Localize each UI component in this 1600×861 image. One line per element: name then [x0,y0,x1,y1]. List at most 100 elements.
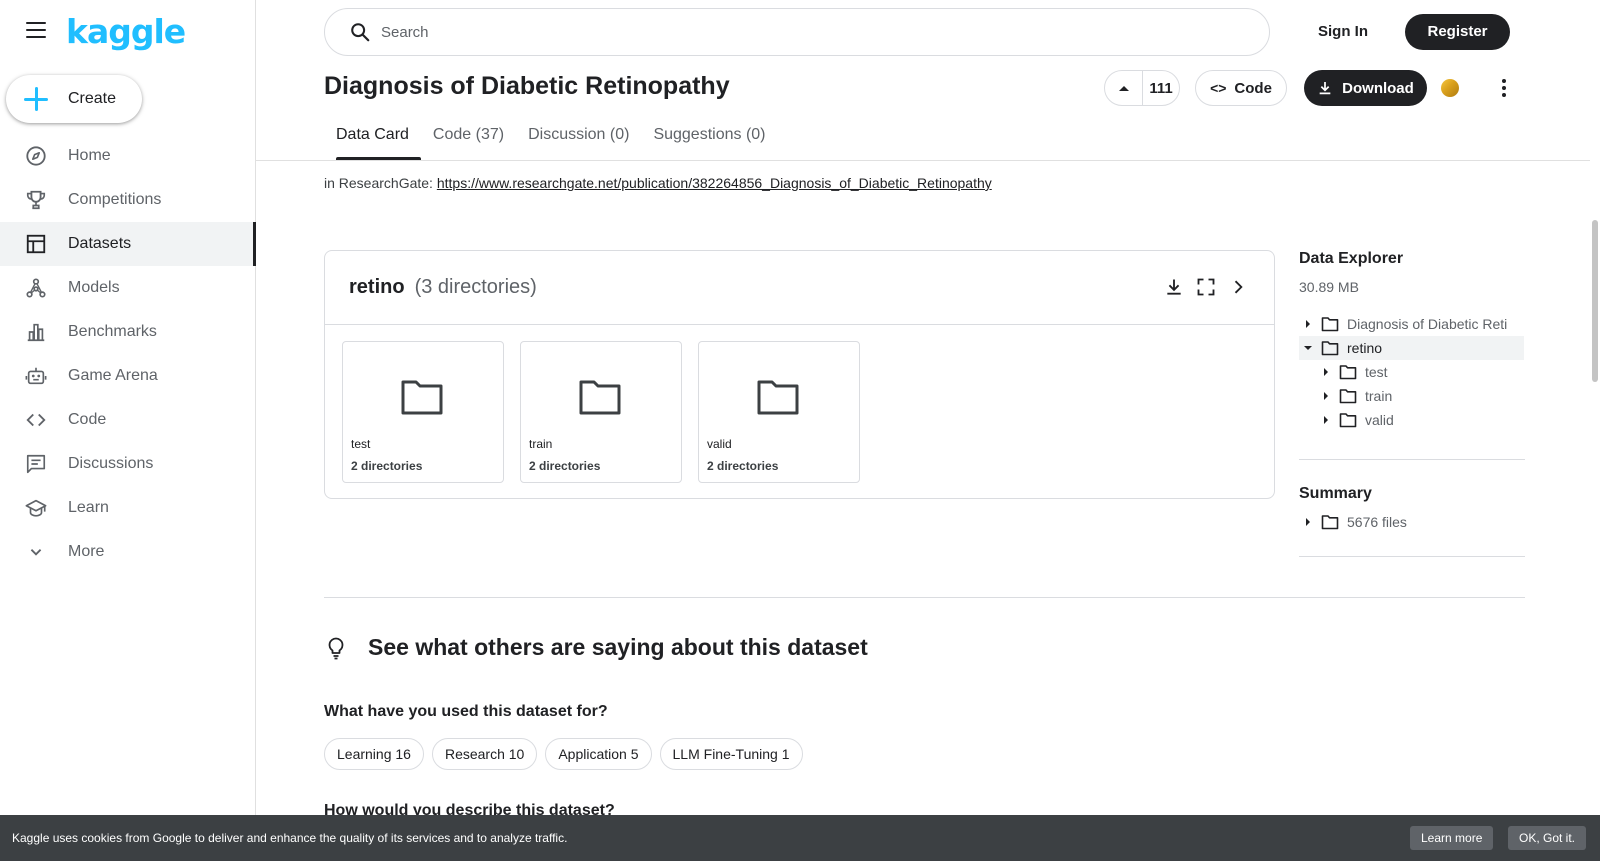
fullscreen-icon[interactable] [1194,275,1218,299]
tree-item-label: test [1365,364,1388,380]
code-icon: <> [1210,80,1227,96]
chip-llm-fine-tuning[interactable]: LLM Fine-Tuning 1 [659,738,803,770]
chevron-down-icon [24,540,48,564]
sidebar-item-home[interactable]: Home [0,134,256,178]
data-explorer-tree: Diagnosis of Diabetic Reti retino test t… [1299,312,1524,432]
search-input[interactable] [381,23,1181,41]
learn-more-button[interactable]: Learn more [1410,826,1494,850]
folder-icon [1339,388,1357,404]
tree-item-label: valid [1365,412,1394,428]
folder-icon [1321,340,1339,356]
divider [1299,459,1525,460]
summary-files-item[interactable]: 5676 files [1299,510,1524,534]
menu-icon[interactable] [26,22,46,38]
sidebar-item-code[interactable]: Code [0,398,256,442]
kaggle-logo[interactable]: kaggle [66,12,186,51]
cookie-text: Kaggle uses cookies from Google to deliv… [12,831,568,845]
search-bar[interactable] [324,8,1270,56]
bar-chart-icon [24,320,48,344]
robot-icon [24,364,48,388]
upvote-count: 111 [1149,79,1173,97]
create-button[interactable]: Create [6,75,142,123]
folder-icon [1339,412,1357,428]
tile-name: train [529,437,553,451]
chip-research[interactable]: Research 10 [431,738,538,770]
caret-right-icon[interactable] [1317,415,1335,425]
summary-tree: 5676 files [1299,510,1524,534]
caret-right-icon[interactable] [1299,319,1317,329]
section-divider [324,597,1525,598]
tree-item-label: train [1365,388,1393,404]
tile-subtitle: 2 directories [351,459,423,473]
sidebar-item-learn[interactable]: Learn [0,486,256,530]
folder-icon [1321,514,1339,530]
discussion-icon [24,452,48,476]
tree-item-root[interactable]: Diagnosis of Diabetic Reti [1299,312,1524,336]
folder-icon [579,380,621,415]
tree-item-valid[interactable]: valid [1299,408,1524,432]
folder-tiles: test 2 directories train 2 directories v… [342,341,876,483]
upvote-widget: 111 [1104,70,1180,106]
lightbulb-icon [328,637,344,659]
tile-subtitle: 2 directories [707,459,779,473]
sidebar-item-competitions[interactable]: Competitions [0,178,256,222]
sidebar-item-label: Benchmarks [68,323,157,340]
tab-discussion[interactable]: Discussion (0) [516,120,641,160]
cookie-banner: Kaggle uses cookies from Google to deliv… [0,815,1600,861]
download-icon[interactable] [1162,275,1186,299]
folder-icon [1339,364,1357,380]
folder-icon [401,380,443,415]
caret-down-icon[interactable] [1299,344,1317,352]
folder-icon [1321,316,1339,332]
scrollbar-thumb[interactable] [1592,220,1598,382]
usage-question: What have you used this dataset for? [324,703,608,720]
caret-right-icon[interactable] [1299,517,1317,527]
tab-suggestions[interactable]: Suggestions (0) [641,120,777,160]
folder-tile-test[interactable]: test 2 directories [342,341,504,483]
page-title: Diagnosis of Diabetic Retinopathy [324,72,730,100]
tree-item-label: Diagnosis of Diabetic Reti [1347,316,1508,332]
chip-application[interactable]: Application 5 [545,738,652,770]
download-button[interactable]: Download [1304,70,1427,106]
researchgate-link[interactable]: https://www.researchgate.net/publication… [437,175,992,191]
sidebar-item-label: Datasets [68,235,132,252]
caret-right-icon[interactable] [1317,391,1335,401]
sidebar-item-label: Models [68,279,120,296]
sidebar-nav: Home Competitions Datasets Models Benchm… [0,134,256,574]
citation-prefix: in ResearchGate: [324,175,437,191]
file-explorer-actions [1154,275,1250,299]
more-options-icon[interactable] [1492,76,1516,100]
tree-item-test[interactable]: test [1299,360,1524,384]
file-explorer-card: retino (3 directories) test 2 directorie… [324,250,1275,499]
tab-code[interactable]: Code (37) [421,120,516,160]
chip-learning[interactable]: Learning 16 [324,738,424,770]
tile-subtitle: 2 directories [529,459,601,473]
folder-tile-train[interactable]: train 2 directories [520,341,682,483]
folder-count: (3 directories) [414,276,537,298]
code-icon [24,408,48,432]
sign-in-button[interactable]: Sign In [1300,14,1386,50]
tab-data-card[interactable]: Data Card [324,120,421,160]
ok-got-it-button[interactable]: OK, Got it. [1508,826,1587,850]
sidebar-item-benchmarks[interactable]: Benchmarks [0,310,256,354]
create-label: Create [68,90,117,107]
section-heading: See what others are saying about this da… [368,634,868,660]
tree-item-train[interactable]: train [1299,384,1524,408]
upvote-button[interactable] [1105,71,1143,105]
tab-divider [256,160,1590,161]
tree-item-retino[interactable]: retino [1299,336,1524,360]
code-button[interactable]: <> Code [1195,70,1287,106]
data-explorer-title: Data Explorer [1299,250,1404,267]
sidebar-item-label: Competitions [68,191,162,208]
sidebar-item-discussions[interactable]: Discussions [0,442,256,486]
tab-bar: Data Card Code (37) Discussion (0) Sugge… [324,120,778,160]
sidebar-item-models[interactable]: Models [0,266,256,310]
chevron-right-icon[interactable] [1226,275,1250,299]
sidebar-item-datasets[interactable]: Datasets [0,222,256,266]
sidebar-item-label: Discussions [68,455,154,472]
register-button[interactable]: Register [1405,14,1510,50]
sidebar-item-more[interactable]: More [0,530,256,574]
sidebar-item-game-arena[interactable]: Game Arena [0,354,256,398]
caret-right-icon[interactable] [1317,367,1335,377]
folder-tile-valid[interactable]: valid 2 directories [698,341,860,483]
